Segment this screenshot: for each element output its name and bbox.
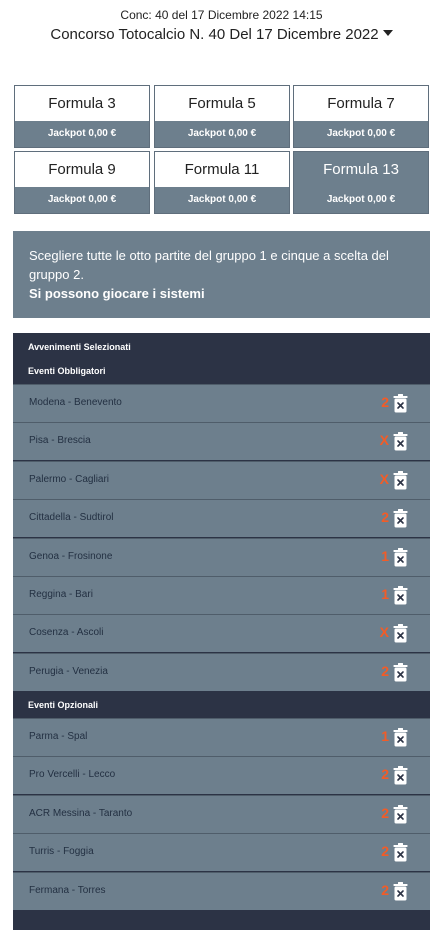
match-name: Parma - Spal <box>29 731 88 742</box>
match-name: Turris - Foggia <box>29 846 94 858</box>
info-box: Scegliere tutte le otto partite del grup… <box>13 231 430 318</box>
event-row: Reggina - Bari 1 <box>13 576 430 614</box>
pick-value: X <box>379 432 389 449</box>
pick-value: 1 <box>381 728 389 744</box>
event-row: Fermana - Torres 2 <box>13 871 430 910</box>
contest-info: Conc: 40 del 17 Dicembre 2022 14:15 <box>120 8 323 22</box>
match-name: Pro Vercelli - Lecco <box>29 769 116 781</box>
formula-card[interactable]: Formula 9 Jackpot 0,00 € <box>14 151 150 214</box>
match-name: Cittadella - Sudtirol <box>29 512 114 524</box>
trash-icon[interactable] <box>393 470 408 490</box>
trash-icon[interactable] <box>393 509 408 528</box>
formula-name: Formula 5 <box>155 86 289 121</box>
selected-events-panel: Avvenimenti Selezionati Eventi Obbligato… <box>13 333 430 930</box>
info-systems-note: Si possono giocare i sistemi <box>29 286 205 301</box>
trash-icon[interactable] <box>393 881 408 901</box>
trash-icon[interactable] <box>393 547 408 567</box>
match-name: Reggina - Bari <box>29 589 93 600</box>
pick-value: 2 <box>381 509 389 526</box>
match-name: Cosenza - Ascoli <box>29 627 104 639</box>
match-name: Genoa - Frosinone <box>29 550 113 562</box>
formula-jackpot: Jackpot 0,00 € <box>155 187 289 213</box>
match-name: Perugia - Venezia <box>29 665 108 677</box>
formula-name: Formula 7 <box>294 86 428 121</box>
pick-value: X <box>379 624 389 641</box>
formula-name: Formula 3 <box>15 86 149 121</box>
trash-icon[interactable] <box>393 728 408 747</box>
contest-dropdown[interactable]: Concorso Totocalcio N. 40 Del 17 Dicembr… <box>0 26 443 43</box>
mandatory-events-title: Eventi Obbligatori <box>28 366 106 376</box>
info-text: Scegliere tutte le otto partite del grup… <box>29 248 389 282</box>
trash-icon[interactable] <box>393 804 408 824</box>
event-row: Turris - Foggia 2 <box>13 833 430 872</box>
match-name: Pisa - Brescia <box>29 435 91 447</box>
formula-name: Formula 13 <box>294 152 428 187</box>
pick-value: 2 <box>381 881 389 898</box>
formula-card[interactable]: Formula 5 Jackpot 0,00 € <box>154 85 290 148</box>
formula-name: Formula 9 <box>15 152 149 187</box>
formula-card[interactable]: Formula 3 Jackpot 0,00 € <box>14 85 150 148</box>
pick-value: X <box>379 470 389 487</box>
pick-value: 2 <box>381 766 389 783</box>
trash-icon[interactable] <box>393 843 408 862</box>
event-row: ACR Messina - Taranto 2 <box>13 794 430 833</box>
formula-jackpot: Jackpot 0,00 € <box>15 121 149 147</box>
formula-card[interactable]: Formula 11 Jackpot 0,00 € <box>154 151 290 214</box>
contest-dropdown-label: Concorso Totocalcio N. 40 Del 17 Dicembr… <box>50 26 379 43</box>
trash-icon[interactable] <box>393 394 408 413</box>
pick-value: 1 <box>381 586 389 602</box>
formula-name: Formula 11 <box>155 152 289 187</box>
formula-jackpot: Jackpot 0,00 € <box>155 121 289 147</box>
trash-icon[interactable] <box>393 662 408 682</box>
pick-value: 1 <box>381 547 389 564</box>
event-row: Modena - Benevento 2 <box>13 384 430 422</box>
event-row: Cittadella - Sudtirol 2 <box>13 499 430 538</box>
trash-icon[interactable] <box>393 624 408 643</box>
pick-value: 2 <box>381 662 389 679</box>
event-row: Parma - Spal 1 <box>13 718 430 756</box>
optional-events-title: Eventi Opzionali <box>28 700 99 710</box>
event-row: Pisa - Brescia X <box>13 422 430 461</box>
trash-icon[interactable] <box>393 766 408 785</box>
trash-icon[interactable] <box>393 586 408 605</box>
caret-down-icon <box>382 30 393 37</box>
pick-value: 2 <box>381 804 389 821</box>
formula-card[interactable]: Formula 7 Jackpot 0,00 € <box>293 85 429 148</box>
formula-jackpot: Jackpot 0,00 € <box>294 121 428 147</box>
trash-icon[interactable] <box>393 432 408 451</box>
events-title: Avvenimenti Selezionati <box>28 342 131 352</box>
formula-card[interactable]: Formula 13 Jackpot 0,00 € <box>293 151 429 214</box>
match-name: Fermana - Torres <box>29 884 106 896</box>
formula-jackpot: Jackpot 0,00 € <box>294 187 428 213</box>
event-row: Cosenza - Ascoli X <box>13 614 430 653</box>
event-row: Pro Vercelli - Lecco 2 <box>13 756 430 795</box>
event-row: Palermo - Cagliari X <box>13 460 430 499</box>
match-name: ACR Messina - Taranto <box>29 807 133 819</box>
pick-value: 2 <box>381 843 389 860</box>
match-name: Palermo - Cagliari <box>29 473 110 485</box>
match-name: Modena - Benevento <box>29 397 122 408</box>
event-row: Genoa - Frosinone 1 <box>13 537 430 576</box>
formula-jackpot: Jackpot 0,00 € <box>15 187 149 213</box>
pick-value: 2 <box>381 394 389 410</box>
event-row: Perugia - Venezia 2 <box>13 652 430 691</box>
